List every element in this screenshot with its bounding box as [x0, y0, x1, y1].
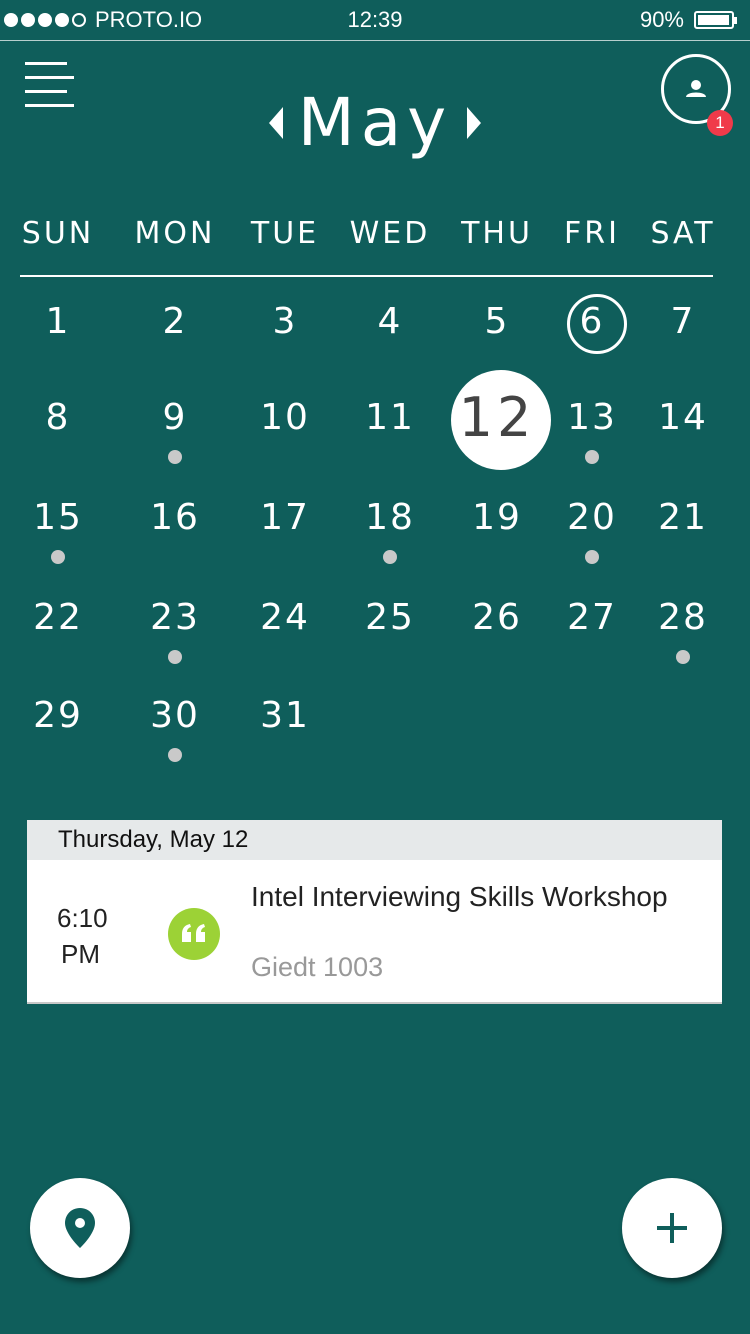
calendar-day[interactable]: 30	[120, 692, 230, 772]
event-item[interactable]: 6:10 PM Intel Interviewing Skills Worksho…	[27, 860, 722, 1004]
day-number: 11	[365, 397, 415, 438]
event-indicator-dot	[676, 650, 690, 664]
calendar-day[interactable]: 10	[230, 394, 340, 474]
calendar-day[interactable]: 8	[3, 394, 113, 474]
day-number: 3	[272, 301, 298, 342]
day-number: 19	[472, 497, 522, 538]
calendar-day[interactable]: 1	[3, 298, 113, 378]
calendar-day[interactable]: 11	[335, 394, 445, 474]
day-number: 14	[658, 397, 708, 438]
quote-icon	[168, 908, 220, 960]
calendar-day[interactable]: 17	[230, 494, 340, 574]
day-number: 30	[150, 695, 200, 736]
event-indicator-dot	[51, 550, 65, 564]
day-number: 16	[150, 497, 200, 538]
calendar-day[interactable]: 5	[442, 298, 552, 378]
calendar-day[interactable]: 26	[442, 594, 552, 674]
day-number: 7	[670, 301, 696, 342]
event-title: Intel Interviewing Skills Workshop	[251, 881, 668, 912]
calendar-day[interactable]: 31	[230, 692, 340, 772]
calendar-day[interactable]: 7	[628, 298, 738, 378]
calendar-day[interactable]: 18	[335, 494, 445, 574]
calendar-day[interactable]: 4	[335, 298, 445, 378]
day-number: 15	[33, 497, 83, 538]
calendar-day[interactable]: 24	[230, 594, 340, 674]
calendar-day[interactable]: 19	[442, 494, 552, 574]
day-number: 9	[162, 397, 188, 438]
calendar-day[interactable]: 28	[628, 594, 738, 674]
calendar-day[interactable]: 9	[120, 394, 230, 474]
day-number: 25	[365, 597, 415, 638]
event-time: 6:10 PM	[57, 900, 108, 972]
event-time-value: 6:10	[57, 903, 108, 933]
day-number: 5	[484, 301, 510, 342]
day-number: 31	[260, 695, 310, 736]
calendar-day[interactable]: 22	[3, 594, 113, 674]
day-number: 2	[162, 301, 188, 342]
event-indicator-dot	[168, 650, 182, 664]
day-number: 24	[260, 597, 310, 638]
calendar-day[interactable]: 29	[3, 692, 113, 772]
calendar-day[interactable]: 25	[335, 594, 445, 674]
calendar-day[interactable]: 16	[120, 494, 230, 574]
event-indicator-dot	[383, 550, 397, 564]
event-time-meridiem: PM	[61, 939, 100, 969]
day-number: 28	[658, 597, 708, 638]
day-number: 23	[150, 597, 200, 638]
calendar-day[interactable]: 12	[442, 386, 552, 474]
event-indicator-dot	[585, 550, 599, 564]
plus-icon	[657, 1213, 687, 1243]
location-pin-icon	[65, 1208, 95, 1248]
day-number: 29	[33, 695, 83, 736]
day-number: 10	[260, 397, 310, 438]
day-number: 18	[365, 497, 415, 538]
calendar-day[interactable]: 23	[120, 594, 230, 674]
day-number: 12	[458, 386, 536, 449]
event-date-header: Thursday, May 12	[27, 820, 722, 860]
day-number: 1	[45, 301, 71, 342]
day-number: 26	[472, 597, 522, 638]
day-number: 21	[658, 497, 708, 538]
location-button[interactable]	[30, 1178, 130, 1278]
add-event-button[interactable]	[622, 1178, 722, 1278]
event-indicator-dot	[585, 450, 599, 464]
day-number: 8	[45, 397, 71, 438]
calendar-day[interactable]: 2	[120, 298, 230, 378]
day-number: 4	[377, 301, 403, 342]
calendar-day[interactable]: 3	[230, 298, 340, 378]
calendar-day[interactable]: 15	[3, 494, 113, 574]
calendar-grid: 1 2 3 4 5 6 7 8 9 10 11 12 13 14 15 16 17 18 19 20 21 22 23 24 2…	[0, 0, 750, 800]
calendar-day[interactable]: 14	[628, 394, 738, 474]
day-number: 17	[260, 497, 310, 538]
event-indicator-dot	[168, 748, 182, 762]
event-location: Giedt 1003	[251, 952, 384, 982]
event-indicator-dot	[168, 450, 182, 464]
day-number: 22	[33, 597, 83, 638]
calendar-day[interactable]: 21	[628, 494, 738, 574]
